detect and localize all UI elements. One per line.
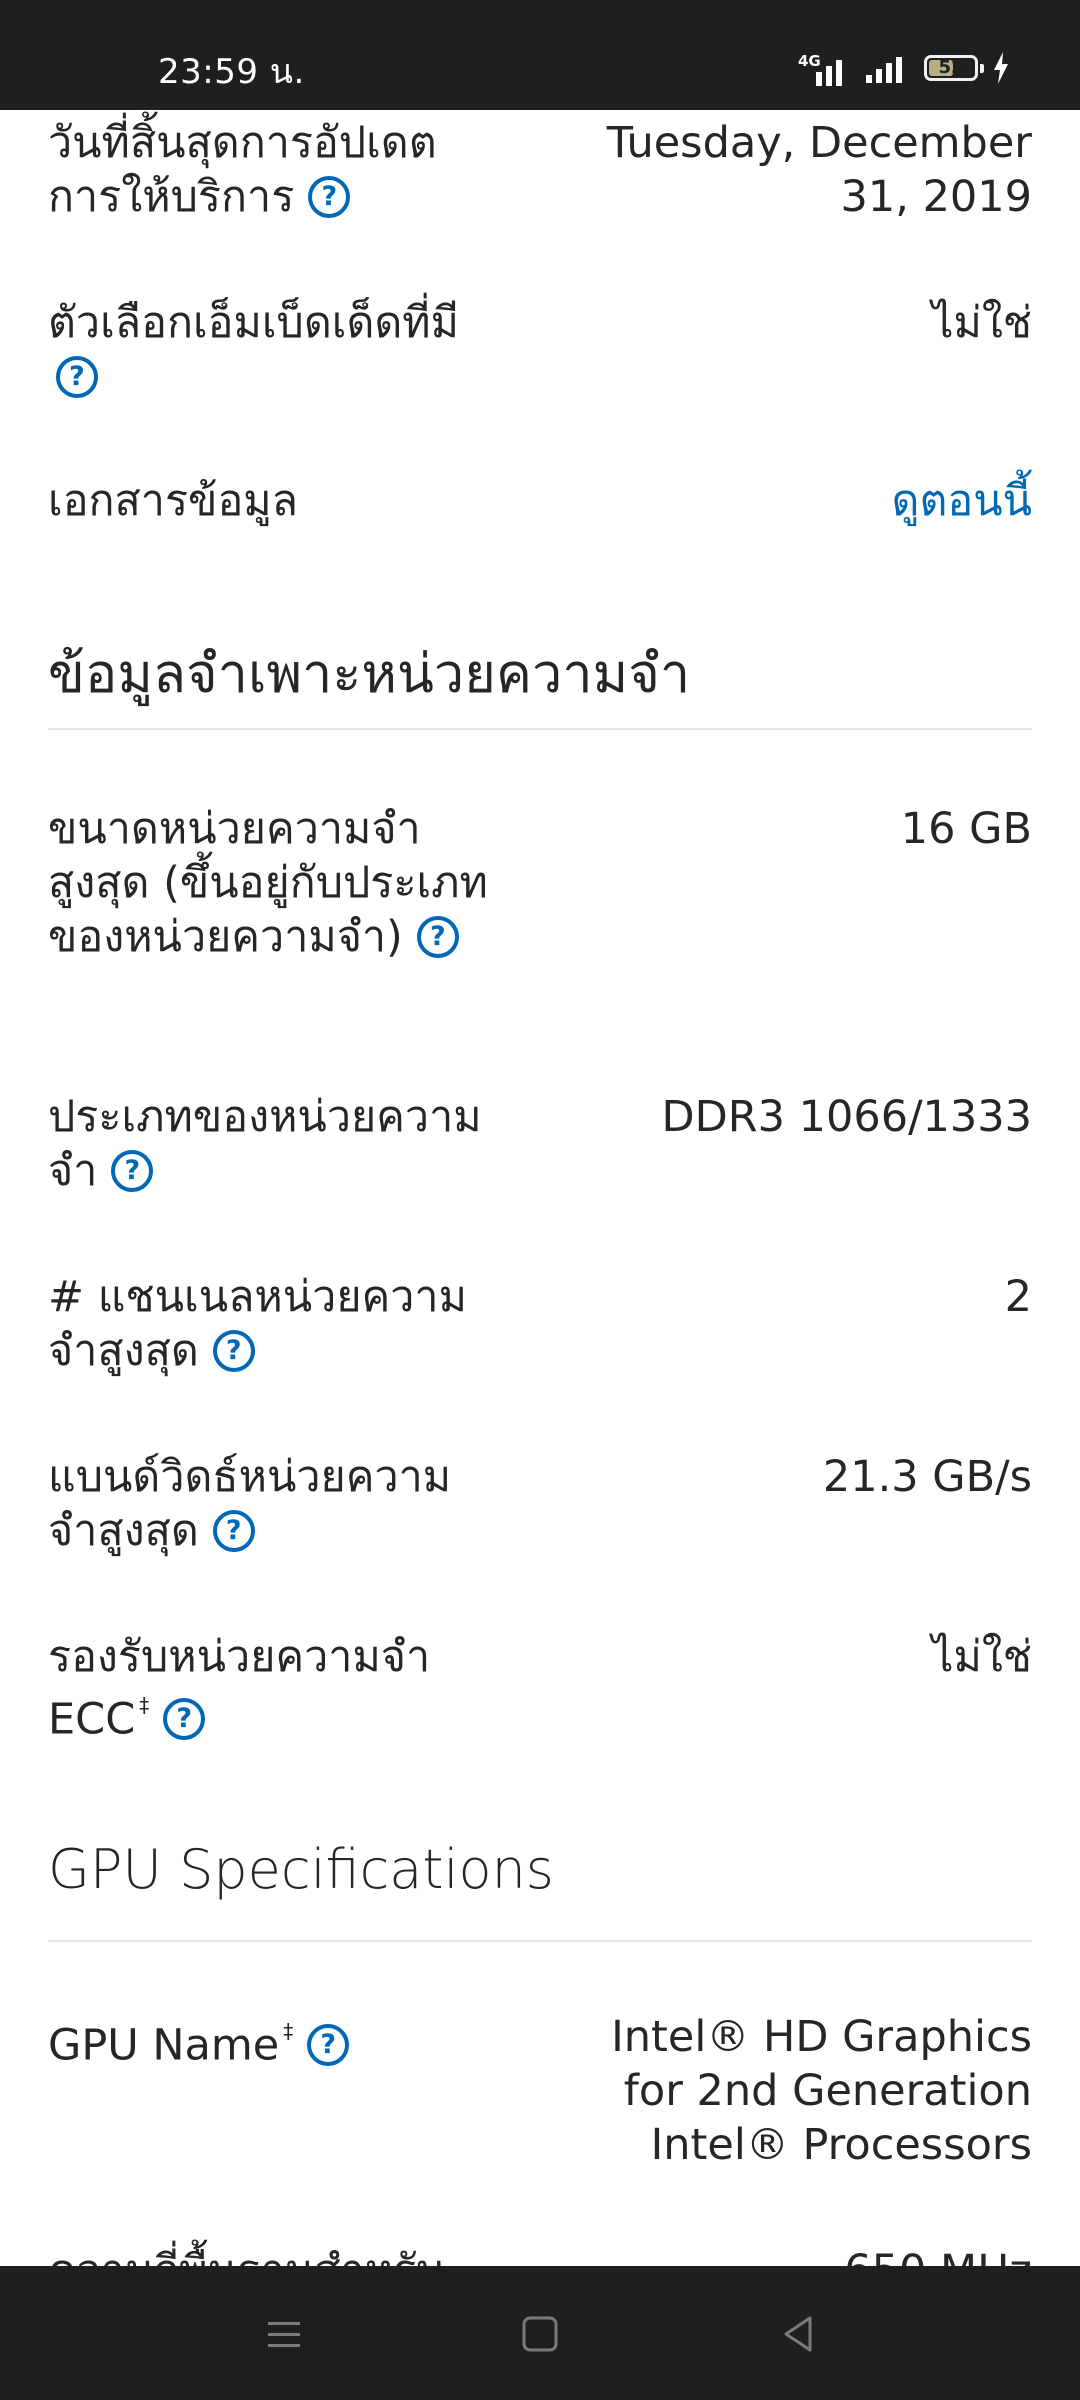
- spec-row-service-end: วันที่สิ้นสุดการอัปเดตการให้บริการ? Tues…: [48, 116, 1032, 236]
- help-icon[interactable]: ?: [163, 1697, 206, 1740]
- spec-label: GPU Name: [48, 2020, 280, 2071]
- battery-level: 52: [938, 57, 964, 78]
- datasheet-link[interactable]: ดูตอนนี้: [552, 474, 1032, 528]
- spec-content[interactable]: วันที่สิ้นสุดการอัปเดตการให้บริการ? Tues…: [0, 110, 1080, 2266]
- spec-label: รองรับหน่วยความจำ ECC: [48, 1632, 431, 1745]
- spec-label: วันที่สิ้นสุดการอัปเดตการให้บริการ: [48, 118, 437, 222]
- spec-value: 21.3 GB/s: [822, 1452, 1032, 1502]
- spec-value: Intel® HD Graphics for 2nd Generation In…: [611, 2012, 1032, 2170]
- spec-value: 2: [1004, 1272, 1032, 1322]
- spec-row-datasheet: เอกสารข้อมูล ดูตอนนี้: [48, 474, 1032, 534]
- spec-value: Tuesday, December 31, 2019: [606, 118, 1032, 222]
- spec-value: 16 GB: [900, 804, 1032, 854]
- spec-value: ไม่ใช่: [931, 298, 1032, 348]
- help-icon[interactable]: ?: [111, 1149, 154, 1192]
- signal-icon-2: [866, 53, 902, 83]
- help-icon[interactable]: ?: [308, 175, 351, 218]
- help-icon[interactable]: ?: [212, 1329, 255, 1372]
- spec-row-channels: # แชนเนลหน่วยความจำสูงสุด? 2: [48, 1270, 1032, 1390]
- spec-row-gpu-name: GPU Name ‡? Intel® HD Graphics for 2nd Ge…: [48, 2010, 1032, 2190]
- help-icon[interactable]: ?: [416, 915, 459, 958]
- spec-row-max-memory: ขนาดหน่วยความจำสูงสุด (ขึ้นอยู่กับประเภท…: [48, 802, 1032, 1032]
- footnote-mark: ‡: [283, 2019, 294, 2043]
- help-icon[interactable]: ?: [212, 1509, 255, 1552]
- charging-icon: [994, 52, 1008, 84]
- status-icons: 4G 52: [792, 48, 1010, 88]
- spec-value: ไม่ใช่: [931, 1632, 1032, 1682]
- spec-row-base-frequency: ความถี่พื้นฐานสำหรับ 650 MHz: [48, 2244, 1032, 2266]
- spec-row-ecc: รองรับหน่วยความจำ ECC ‡? ไม่ใช่: [48, 1630, 1032, 1750]
- footnote-mark: ‡: [139, 1693, 150, 1717]
- section-divider: [48, 728, 1032, 730]
- spec-row-bandwidth: แบนด์วิดธ์หน่วยความจำสูงสุด? 21.3 GB/s: [48, 1450, 1032, 1570]
- spec-row-embedded: ตัวเลือกเอ็มเบ็ดเด็ดที่มี? ไม่ใช่: [48, 296, 1032, 416]
- system-nav-bar: [0, 2266, 1080, 2400]
- section-title-memory: ข้อมูลจำเพาะหน่วยความจำ: [48, 642, 691, 705]
- help-icon[interactable]: ?: [56, 355, 98, 398]
- status-bar: 23:59 น. 4G 52: [0, 0, 1080, 110]
- section-title-gpu: GPU Specifications: [48, 1838, 554, 1901]
- spec-label: # แชนเนลหน่วยความจำสูงสุด: [48, 1272, 467, 1376]
- spec-label: เอกสารข้อมูล: [48, 476, 298, 526]
- spec-label: ตัวเลือกเอ็มเบ็ดเด็ดที่มี: [48, 298, 459, 348]
- battery-icon: 52: [924, 55, 984, 81]
- back-nav-icon[interactable]: [774, 2310, 822, 2358]
- spec-label: ความถี่พื้นฐานสำหรับ: [48, 2244, 508, 2266]
- spec-row-memory-type: ประเภทของหน่วยความจำ? DDR3 1066/1333: [48, 1090, 1032, 1210]
- spec-value: 650 MHz: [552, 2244, 1032, 2266]
- section-divider: [48, 1940, 1032, 1942]
- signal-icon: 4G: [792, 50, 852, 86]
- menu-nav-icon[interactable]: [260, 2310, 308, 2358]
- spec-value: DDR3 1066/1333: [661, 1092, 1032, 1142]
- help-icon[interactable]: ?: [307, 2023, 350, 2066]
- status-time: 23:59 น.: [158, 52, 305, 92]
- home-nav-icon[interactable]: [516, 2310, 564, 2358]
